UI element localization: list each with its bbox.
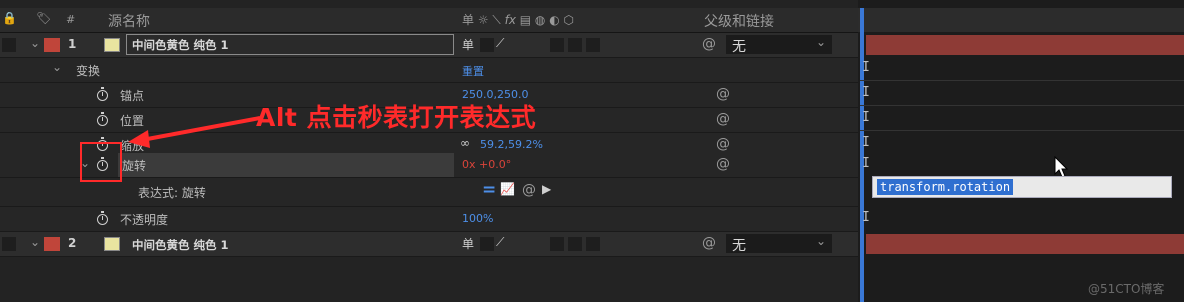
shy-switch[interactable]: 单 <box>462 235 474 252</box>
adjustment-switch[interactable] <box>586 237 600 251</box>
track-divider <box>860 105 1184 106</box>
rotation-row[interactable]: ⌄ 旋转 0x +0.0° @ <box>0 153 858 178</box>
visibility-switch[interactable] <box>2 38 16 52</box>
opacity-label: 不透明度 <box>120 213 169 227</box>
collapse-switch[interactable] <box>480 38 494 52</box>
graph-icon[interactable]: 📈 <box>500 182 515 196</box>
pickwhip-icon[interactable]: @ <box>702 235 716 251</box>
time-ruler[interactable] <box>858 8 1184 32</box>
effect-switch[interactable] <box>550 38 564 52</box>
expression-label: 表达式: 旋转 <box>138 186 206 200</box>
layer-number: 1 <box>68 37 77 51</box>
solid-swatch <box>104 237 120 251</box>
current-time-indicator[interactable] <box>860 8 864 302</box>
pickwhip-icon[interactable]: @ <box>716 156 730 172</box>
effect-switch[interactable] <box>550 237 564 251</box>
source-name-header[interactable]: 源名称 <box>108 11 150 31</box>
rotation-label: 旋转 <box>122 159 147 173</box>
timeline-layer-panel: 🔒 🏷 # 源名称 单 ☼ ⟍ fx ▤ ◍ ◐ ⬡ 父级和链接 ⌄ 1 中间色… <box>0 0 858 302</box>
layer-color-label[interactable] <box>44 237 60 251</box>
timeline-track-area[interactable]: I I I I I I <box>858 0 1184 302</box>
constrain-link-icon[interactable]: ∞ <box>460 136 470 150</box>
parent-dropdown-value: 无 <box>732 238 746 254</box>
layer-number-header: # <box>66 13 76 26</box>
adjustment-switch[interactable] <box>586 38 600 52</box>
quality-switch-icon[interactable]: ⟋ <box>496 235 504 250</box>
layer-2-duration-bar[interactable] <box>866 234 1184 254</box>
parent-dropdown-value: 无 <box>732 39 746 55</box>
switches-header-icons: 单 ☼ ⟍ fx ▤ ◍ ◐ ⬡ <box>462 13 574 27</box>
solid-swatch <box>104 38 120 52</box>
label-tag-icon[interactable]: 🏷 <box>36 11 51 25</box>
watermark: @51CTO博客 <box>1088 282 1165 296</box>
chevron-down-icon: ⌄ <box>815 234 826 248</box>
visibility-switch[interactable] <box>2 237 16 251</box>
expression-text[interactable]: transform.rotation <box>877 179 1014 195</box>
track-divider <box>860 80 1184 81</box>
pickwhip-icon[interactable]: @ <box>716 136 730 152</box>
enable-expression-icon[interactable]: = <box>482 180 496 200</box>
expand-chevron-icon[interactable]: ⌄ <box>52 60 62 74</box>
parent-dropdown[interactable]: 无 ⌄ <box>726 234 832 254</box>
transform-group-row[interactable]: ⌄ 变换 重置 <box>0 58 858 83</box>
stopwatch-icon[interactable] <box>97 87 108 101</box>
annotation-highlight-box <box>80 142 122 182</box>
layer-name-field[interactable]: 中间色黄色 纯色 1 <box>126 34 454 55</box>
pickwhip-icon[interactable]: @ <box>716 86 730 102</box>
opacity-row[interactable]: 不透明度 100% <box>0 207 858 232</box>
transform-label: 变换 <box>76 64 101 78</box>
reset-link[interactable]: 重置 <box>462 63 484 79</box>
keyframe-marker-icon: I <box>862 135 870 150</box>
layer-number: 2 <box>68 236 77 250</box>
stopwatch-icon[interactable] <box>97 211 108 225</box>
expand-chevron-icon[interactable]: ⌄ <box>30 235 40 249</box>
anchor-label: 锚点 <box>120 89 145 103</box>
scale-value[interactable]: 59.2,59.2% <box>480 138 543 151</box>
pickwhip-icon[interactable]: @ <box>702 36 716 52</box>
parent-link-header[interactable]: 父级和链接 <box>704 11 774 31</box>
rotation-value[interactable]: 0x +0.0° <box>462 158 511 171</box>
expand-chevron-icon[interactable]: ⌄ <box>30 36 40 50</box>
parent-dropdown[interactable]: 无 ⌄ <box>726 35 832 55</box>
layer-1-duration-bar[interactable] <box>866 35 1184 55</box>
keyframe-marker-icon: I <box>862 60 870 75</box>
quality-switch-icon[interactable]: ⟋ <box>496 36 504 51</box>
shy-switch[interactable]: 单 <box>462 36 474 53</box>
lock-icon[interactable]: 🔒 <box>2 11 17 25</box>
annotation-text: Alt 点击秒表打开表达式 <box>256 103 537 132</box>
pickwhip-icon[interactable]: @ <box>522 182 536 198</box>
stopwatch-icon[interactable] <box>97 112 108 126</box>
keyframe-marker-icon: I <box>862 156 870 171</box>
layer-row-1[interactable]: ⌄ 1 中间色黄色 纯色 1 单 ⟋ @ 无 ⌄ <box>0 33 858 58</box>
layer-name[interactable]: 中间色黄色 纯色 1 <box>132 237 229 253</box>
layer-row-2[interactable]: ⌄ 2 中间色黄色 纯色 1 单 ⟋ @ 无 ⌄ <box>0 232 858 257</box>
column-header: 🔒 🏷 # 源名称 单 ☼ ⟍ fx ▤ ◍ ◐ ⬡ 父级和链接 <box>0 8 858 33</box>
rotation-name-cell[interactable]: 旋转 <box>118 153 454 177</box>
chevron-down-icon: ⌄ <box>815 35 826 49</box>
layer-color-label[interactable] <box>44 38 60 52</box>
keyframe-marker-icon: I <box>862 210 870 225</box>
expression-menu-icon[interactable]: ▶ <box>542 182 551 196</box>
motion-blur-switch[interactable] <box>568 237 582 251</box>
annotation-arrow <box>128 116 261 148</box>
keyframe-marker-icon: I <box>862 110 870 125</box>
collapse-switch[interactable] <box>480 237 494 251</box>
motion-blur-switch[interactable] <box>568 38 582 52</box>
opacity-value[interactable]: 100% <box>462 212 493 225</box>
track-divider <box>860 130 1184 131</box>
expression-editor-field[interactable]: transform.rotation <box>872 176 1172 198</box>
keyframe-marker-icon: I <box>862 85 870 100</box>
expression-row: 表达式: 旋转 = 📈 @ ▶ <box>0 178 858 207</box>
pickwhip-icon[interactable]: @ <box>716 111 730 127</box>
